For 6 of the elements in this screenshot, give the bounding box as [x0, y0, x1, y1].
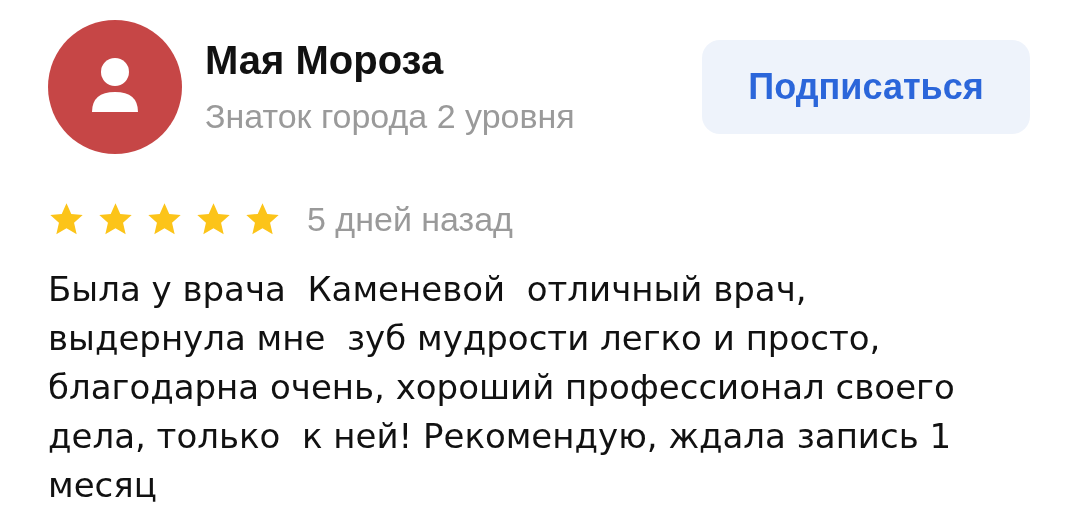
author-level: Знаток города 2 уровня [205, 97, 576, 136]
avatar-icon [48, 20, 182, 154]
review-text: Была у врача Каменевой отличный врач, выдернула мне зуб мудрости легко и просто, благодарна очень, хороший профессионал своего дела, только к ней! Рекомендую, ждала запись 1 месяц [48, 268, 956, 507]
author-name: Мая Мороза [205, 38, 445, 83]
subscribe-button[interactable]: Подписаться [702, 40, 1030, 134]
review-date: 5 дней назад [307, 200, 513, 239]
